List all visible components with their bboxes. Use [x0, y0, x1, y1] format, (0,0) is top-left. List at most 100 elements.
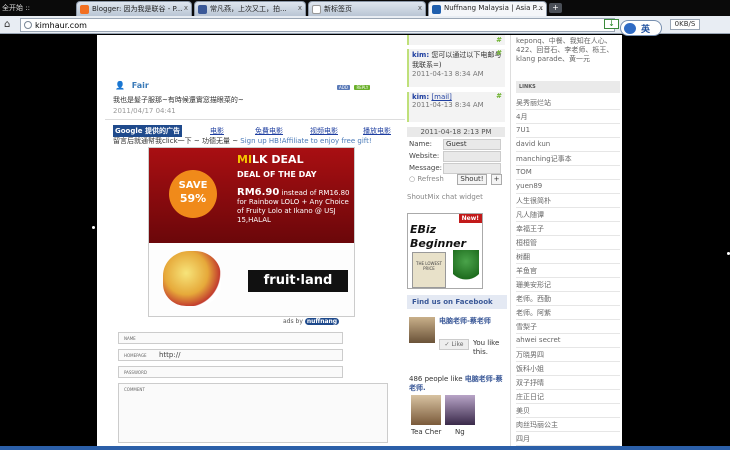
nuffnang-icon — [432, 5, 441, 14]
sidebar-link[interactable]: 桓桓管 — [516, 235, 620, 250]
sidebar-link[interactable]: 幸福王子 — [516, 221, 620, 236]
quote-icon: # — [496, 92, 502, 100]
facebook-box-header[interactable]: Find us on Facebook — [407, 295, 507, 309]
tab-blogger[interactable]: Blogger: 因为我是联谷 - P... x — [76, 1, 192, 16]
ads-by-label: ads by — [283, 318, 303, 325]
ad-link-4[interactable]: 播放电影 — [363, 126, 391, 136]
close-icon[interactable]: x — [298, 4, 302, 12]
shout-button[interactable]: Shout! — [457, 174, 487, 185]
like-count-text: 486 people like — [409, 375, 463, 383]
milkdeal-logo: MILK DEAL — [237, 153, 304, 166]
sidebar-link[interactable]: yuen89 — [516, 179, 620, 194]
sidebar-link[interactable]: 羊鱼官 — [516, 263, 620, 278]
sidebar-link[interactable]: 吴秀丽烂站 — [516, 95, 620, 110]
save-badge: SAVE 59% — [169, 170, 217, 218]
logo-mi: MI — [237, 153, 253, 166]
sidebar-link[interactable]: david kun — [516, 137, 620, 152]
sidebar-link[interactable]: 7U1 — [516, 123, 620, 138]
close-icon[interactable]: x — [539, 4, 543, 12]
sidebar-link[interactable]: 老师。阿紫 — [516, 305, 620, 320]
sidebar-link[interactable]: 饭科小姐 — [516, 361, 620, 376]
page-avatar[interactable] — [409, 317, 435, 343]
url-input[interactable]: kimhaur.com — [20, 18, 615, 32]
shout-time: 2011-04-13 8:34 AM — [412, 70, 484, 78]
divider — [105, 119, 405, 120]
fan-name[interactable]: Ng — [455, 428, 465, 436]
ebiz-title-2: Beginner — [410, 237, 467, 250]
banner-bottom: fruit·land — [149, 243, 354, 316]
ad-link-2[interactable]: 免費电影 — [255, 126, 283, 136]
homepage-field-label: HOMEPAGE — [124, 353, 147, 358]
shout-message-input[interactable] — [443, 163, 501, 174]
home-icon[interactable]: ⌂ — [4, 19, 16, 31]
like-button[interactable]: ✓ Like — [439, 339, 469, 350]
deal-of-day: DEAL OF THE DAY — [237, 170, 317, 179]
fan-avatar[interactable] — [445, 395, 475, 425]
sidebar-link[interactable]: 4月 — [516, 109, 620, 124]
fan-avatar[interactable] — [411, 395, 441, 425]
speed-indicator: 0KB/S — [670, 19, 700, 30]
comment-date: 2011/04/17 04:41 — [113, 107, 176, 115]
shoutmix-widget-label[interactable]: ShoutMix chat widget — [407, 193, 483, 201]
comment-author[interactable]: 👤 Fair — [115, 81, 149, 90]
banner-top: MILK DEAL DEAL OF THE DAY SAVE 59% RM6.9… — [149, 148, 354, 243]
shout-mail-link[interactable]: [mail] — [431, 93, 451, 101]
fan-name[interactable]: Tea Cher — [411, 428, 441, 436]
comment-textarea-label: COMMENT — [124, 387, 145, 392]
tab-blogger-label: Blogger: 因为我是联谷 - P... — [92, 5, 183, 13]
sidebar-link[interactable]: 庄正日记 — [516, 389, 620, 404]
ads-by-nuffnang[interactable]: ads by nuffnang — [283, 318, 340, 325]
sidebar-link[interactable]: TOM — [516, 165, 620, 180]
ime-indicator[interactable]: 英 — [620, 20, 662, 36]
tab-facebook[interactable]: 常凡燕，上次又工，拍... x — [194, 1, 306, 16]
ad-link-1[interactable]: 电影 — [210, 126, 224, 136]
shout-name-input[interactable]: Guest — [443, 139, 501, 150]
main-column: 👤 Fair ADD REPLY 我也是髮子服那~有時候還實窓描眼菜的~ 201… — [105, 35, 405, 447]
password-field[interactable]: PASSWORD — [118, 366, 343, 378]
sidebar-link[interactable]: 肉丝玛丽公主 — [516, 417, 620, 432]
sidebar-link[interactable]: 人生很简朴 — [516, 193, 620, 208]
shout-website-input[interactable] — [443, 151, 501, 162]
sidebar-link[interactable]: 雪梨子 — [516, 319, 620, 334]
sidebar-link[interactable]: 凡人随谭 — [516, 207, 620, 222]
refresh-label: Refresh — [417, 175, 444, 183]
tab-nuffnang[interactable]: Nuffnang Malaysia | Asia P... x — [428, 1, 547, 16]
like-label: Like — [451, 341, 464, 348]
promo-link[interactable]: Sign up HB!Affiliate to enjoy free gift! — [240, 137, 371, 145]
close-icon[interactable]: x — [184, 4, 188, 12]
reply-tag[interactable]: REPLY — [354, 85, 371, 90]
close-icon[interactable]: x — [418, 4, 422, 12]
sidebar-link[interactable]: 四月 — [516, 431, 620, 446]
sidebar-link[interactable]: 双子抒晴 — [516, 375, 620, 390]
shout-author: kim: — [412, 93, 430, 101]
milkdeal-banner[interactable]: MILK DEAL DEAL OF THE DAY SAVE 59% RM6.9… — [148, 147, 355, 317]
comment-actions: ADD REPLY — [335, 82, 371, 91]
tag-cloud[interactable]: keponq、中餐、我知在人心、422、回音石、李老师、栎王、klang par… — [516, 37, 620, 64]
sidebar-link[interactable]: manching记事本 — [516, 151, 620, 166]
download-icon[interactable]: ↓ — [604, 19, 619, 29]
sidebar-link[interactable]: 珊美安形记 — [516, 277, 620, 292]
name-field-label: NAME — [124, 336, 136, 341]
add-tag[interactable]: ADD — [337, 85, 350, 90]
ebiz-beginner-ad[interactable]: New! EBiz Beginner THE LOWEST PRICE — [407, 213, 483, 289]
sidebar-link[interactable]: ahwei secret — [516, 333, 620, 348]
sidebar-link[interactable]: 美贝 — [516, 403, 620, 418]
refresh-button[interactable]: ○ Refresh — [409, 175, 444, 183]
new-tab-button[interactable]: + — [549, 3, 562, 13]
fruitland-logo: fruit·land — [248, 270, 348, 292]
shout-plus-button[interactable]: + — [491, 174, 502, 185]
dessert-image — [163, 251, 221, 306]
links-header: LINKS — [516, 81, 620, 93]
sidebar-link[interactable]: 树翻 — [516, 249, 620, 264]
name-field[interactable]: NAME — [118, 332, 343, 344]
sidebar-link[interactable]: 万晓男四 — [516, 347, 620, 362]
shout-author: kim: — [412, 51, 430, 59]
comment-textarea[interactable]: COMMENT — [118, 383, 388, 443]
logo-rest: LK DEAL — [252, 153, 304, 166]
tab-new[interactable]: 新标签页 x — [308, 1, 426, 16]
homepage-field[interactable]: HOMEPAGE http:// — [118, 349, 343, 361]
sidebar-link[interactable]: 老师。西勤 — [516, 291, 620, 306]
ad-link-3[interactable]: 视频电影 — [310, 126, 338, 136]
tab-start-page[interactable]: 全开始 :: — [0, 1, 58, 16]
facebook-page-name[interactable]: 电脑老师-蔡老师 — [439, 317, 505, 326]
